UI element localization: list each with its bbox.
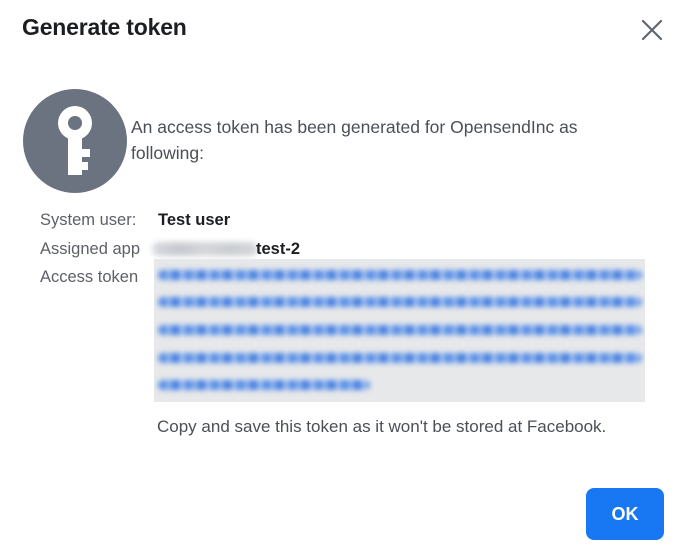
assigned-app-label: Assigned app [40,240,140,258]
assigned-app-value: test-2 [256,240,301,258]
ok-button[interactable]: OK [586,488,664,540]
assigned-app-blurred-name [152,242,258,256]
dialog-title: Generate token [22,14,187,40]
token-generated-message: An access token has been generated for O… [131,117,578,163]
generate-token-dialog: Generate token An access token has been … [0,0,688,556]
token-blur-line [158,270,642,280]
access-token-label: Access token [40,268,139,286]
token-blur-line [158,353,642,363]
token-avatar [23,89,127,193]
system-user-value: Test user [158,211,231,229]
token-blur-line [158,325,642,335]
key-icon [58,106,92,175]
token-blur-line [158,297,642,307]
save-token-note: Copy and save this token as it won't be … [157,417,607,436]
close-icon[interactable] [638,16,666,44]
access-token-value[interactable] [154,259,645,402]
system-user-label: System user: [40,211,137,229]
token-blur-line [158,380,370,390]
